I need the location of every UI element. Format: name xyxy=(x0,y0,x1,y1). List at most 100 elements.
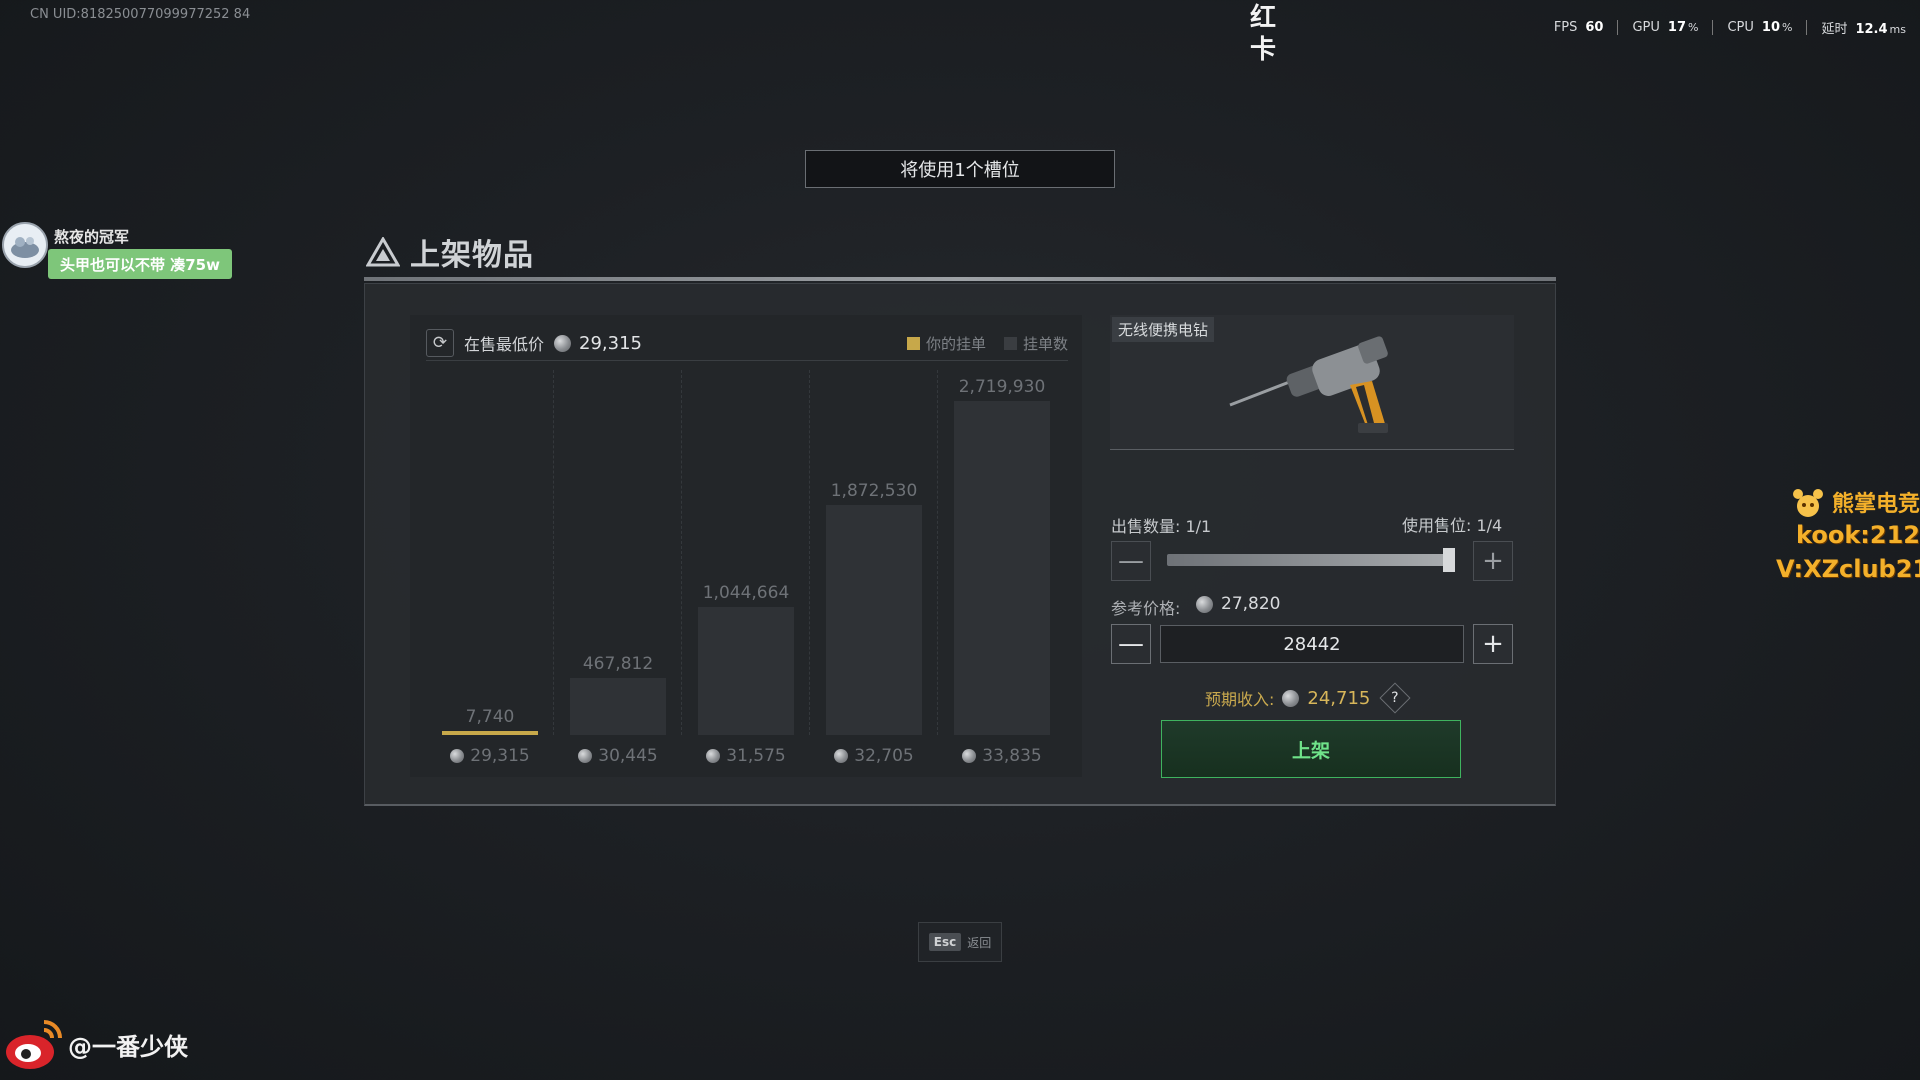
bar-price-value: 32,705 xyxy=(854,746,914,766)
panel-title: 上架物品 xyxy=(410,238,534,273)
latency-value: 12.4 xyxy=(1855,22,1888,37)
legend-your-listing: 你的挂单 xyxy=(906,333,986,354)
panel-header: 上架物品 xyxy=(366,230,534,274)
chart-column: 467,812 30,445 xyxy=(554,370,682,770)
bar-value-label: 7,740 xyxy=(465,707,515,727)
chart-column: 7,740 29,315 xyxy=(426,370,554,770)
quantity-decrease-button[interactable]: — xyxy=(1111,541,1151,581)
chart-column: 2,719,930 33,835 xyxy=(938,370,1056,770)
refresh-icon[interactable]: ⟳ xyxy=(426,329,454,357)
gpu-stat: GPU 17 % xyxy=(1618,20,1714,35)
help-icon-glyph: ? xyxy=(1391,690,1400,706)
slot-usage-banner: 将使用1个槽位 xyxy=(805,150,1115,188)
fps-stat: FPS 60 xyxy=(1540,20,1619,35)
weibo-watermark: @一番少侠 xyxy=(4,1016,188,1072)
sell-quantity-label: 出售数量: 1/1 xyxy=(1111,517,1212,536)
chart-bar xyxy=(826,505,922,735)
minus-icon: — xyxy=(1118,546,1144,576)
coin-icon xyxy=(1196,595,1213,613)
bar-price-value: 33,835 xyxy=(982,746,1042,766)
coin-icon xyxy=(706,749,721,763)
cpu-unit: % xyxy=(1782,21,1793,34)
coin-icon xyxy=(554,334,572,352)
bar-value-label: 1,872,530 xyxy=(830,481,918,501)
quantity-slider-handle[interactable] xyxy=(1443,548,1455,572)
gpu-label: GPU xyxy=(1632,20,1660,35)
chat-message: 头甲也可以不带 凑75w xyxy=(48,249,232,279)
bar-price-value: 30,445 xyxy=(598,746,658,766)
reference-price: 27,820 xyxy=(1196,594,1280,614)
chat-username: 熬夜的冠军 xyxy=(54,228,130,246)
red-card-label: 红卡 xyxy=(1249,3,1276,65)
legend-your-listing-label: 你的挂单 xyxy=(925,334,986,353)
slots-used-label: 使用售位: 1/4 xyxy=(1402,516,1503,535)
quantity-increase-button[interactable]: + xyxy=(1473,541,1513,581)
price-input[interactable]: 28442 xyxy=(1160,625,1464,663)
chat-avatar xyxy=(2,222,48,268)
bar-price-label: 29,315 xyxy=(426,746,554,766)
coin-icon xyxy=(450,749,465,763)
coin-icon xyxy=(578,749,593,763)
chart-legend: 你的挂单 挂单数 xyxy=(906,333,1068,354)
fps-label: FPS xyxy=(1553,20,1578,35)
expected-income: 预期收入: 24,715 ? xyxy=(1205,682,1411,714)
bar-price-value: 29,315 xyxy=(470,746,530,766)
fps-value: 60 xyxy=(1585,20,1604,35)
chart-bar xyxy=(698,607,794,735)
chart-header: ⟳ 在售最低价 29,315 你的挂单 挂单数 xyxy=(426,326,1068,361)
gpu-value: 17 xyxy=(1667,20,1687,35)
bar-price-label: 32,705 xyxy=(810,746,938,766)
price-increase-button[interactable]: + xyxy=(1473,624,1513,664)
quantity-slider[interactable] xyxy=(1167,554,1455,566)
plus-icon: + xyxy=(1482,629,1504,659)
coin-icon xyxy=(1282,689,1300,707)
brand-title: 熊掌电竞 xyxy=(1776,486,1920,518)
legend-listing-count-label: 挂单数 xyxy=(1022,334,1068,353)
streamer-branding: 熊掌电竞 kook:212 V:XZclub212 xyxy=(1776,486,1920,586)
bar-price-label: 30,445 xyxy=(554,746,682,766)
brand-name: 熊掌电竞 xyxy=(1831,492,1920,517)
list-item-button[interactable]: 上架 xyxy=(1161,720,1461,778)
performance-overlay: FPS 60 GPU 17 % CPU 10 % 延时 12.4 ms xyxy=(1540,18,1906,37)
esc-key-icon: Esc xyxy=(928,933,962,951)
help-icon[interactable]: ? xyxy=(1379,682,1411,714)
bar-value-label: 467,812 xyxy=(582,654,654,674)
coin-icon xyxy=(962,749,977,763)
cpu-value: 10 xyxy=(1761,20,1780,35)
player-uid: CN UID:818250077099977252 84 xyxy=(30,7,251,22)
lowest-price-value: 29,315 xyxy=(579,332,642,354)
legend-your-listing-swatch xyxy=(906,336,920,350)
latency-label: 延时 xyxy=(1821,22,1848,37)
esc-back-button[interactable]: Esc 返回 xyxy=(918,922,1002,962)
cpu-label: CPU xyxy=(1727,20,1754,35)
esc-back-label: 返回 xyxy=(967,935,992,950)
cpu-stat: CPU 10 % xyxy=(1713,20,1808,35)
bar-value-label: 2,719,930 xyxy=(958,377,1046,397)
expected-income-label: 预期收入: xyxy=(1205,690,1275,709)
chart-bar-own-listing xyxy=(442,731,538,735)
coin-icon xyxy=(834,749,849,763)
plus-icon: + xyxy=(1482,546,1504,576)
chart-bar xyxy=(570,678,666,735)
bar-price-value: 31,575 xyxy=(726,746,786,766)
lowest-price-label: 在售最低价 xyxy=(464,335,545,354)
bear-paw-icon xyxy=(1792,489,1823,517)
chart-column: 1,044,664 31,575 xyxy=(682,370,810,770)
brand-wechat: V:XZclub212 xyxy=(1776,555,1920,583)
price-decrease-button[interactable]: — xyxy=(1111,624,1151,664)
weibo-logo-icon xyxy=(6,1020,62,1069)
item-name-label: 无线便携电钻 xyxy=(1112,317,1215,342)
weibo-handle: @一番少侠 xyxy=(68,1032,188,1061)
bar-value-label: 1,044,664 xyxy=(702,583,790,603)
reference-price-label: 参考价格: xyxy=(1111,599,1181,618)
expected-income-value: 24,715 xyxy=(1307,687,1371,709)
reference-price-value: 27,820 xyxy=(1221,594,1281,614)
bar-price-label: 33,835 xyxy=(938,746,1066,766)
triangle-logo-icon xyxy=(366,237,400,267)
latency-stat: 延时 12.4 ms xyxy=(1807,18,1906,37)
gpu-unit: % xyxy=(1688,21,1699,34)
legend-listing-count-swatch xyxy=(1003,336,1017,350)
chart-bar xyxy=(954,401,1050,735)
latency-unit: ms xyxy=(1889,23,1906,36)
title-divider xyxy=(364,277,1556,281)
